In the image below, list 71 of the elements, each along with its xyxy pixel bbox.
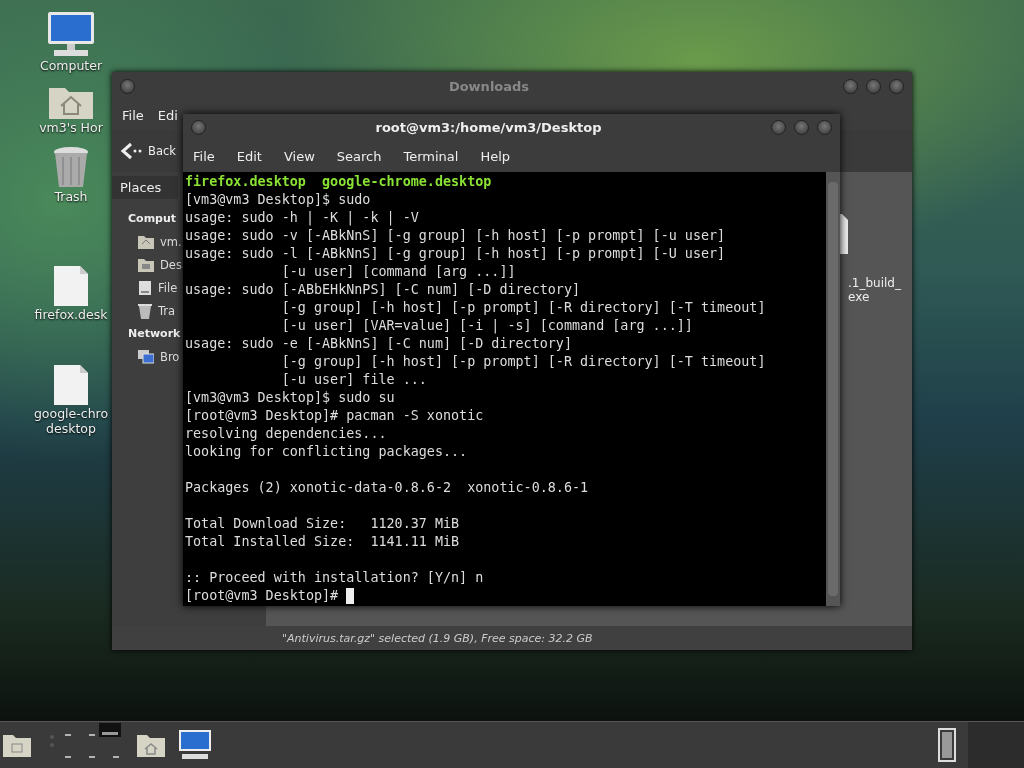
terminal-line: usage: sudo -h | -K | -k | -V xyxy=(185,209,419,227)
terminal-line: resolving dependencies... xyxy=(185,425,387,443)
desktop-icon-label[interactable]: firefox.desk xyxy=(34,307,108,322)
menu-item[interactable]: Edi xyxy=(157,107,178,123)
scrollbar[interactable] xyxy=(826,172,840,606)
desktop-icon-label[interactable]: Trash xyxy=(54,189,88,204)
file-label[interactable]: .1_build_ xyxy=(848,276,901,290)
terminal-line: [-g group] [-h host] [-p prompt] [-R directory] [-T timeout] xyxy=(280,299,766,317)
network-icon xyxy=(138,349,154,364)
menu-item[interactable]: View xyxy=(283,149,315,165)
trash-icon xyxy=(138,302,152,319)
terminal-line: [vm3@vm3 Desktop]$ sudo xyxy=(185,191,371,209)
document-icon[interactable] xyxy=(53,364,89,406)
menu-item[interactable]: Search xyxy=(336,149,382,165)
terminal-line: [-u user] [VAR=value] [-i | -s] [command [arg ...]] xyxy=(280,317,693,335)
text-cursor xyxy=(346,588,355,604)
desktop-icon-label[interactable]: google-chro xyxy=(33,406,109,421)
back-arrow-icon xyxy=(120,142,142,160)
sidebar-item[interactable]: File xyxy=(138,278,178,297)
tray-panel xyxy=(968,722,1024,768)
close-icon[interactable] xyxy=(817,120,832,136)
window-title: Downloads xyxy=(448,78,530,94)
terminal-line: [-u user] file ... xyxy=(280,371,427,389)
sidebar-heading: Comput xyxy=(128,211,177,227)
folder-icon[interactable] xyxy=(2,732,32,758)
sidebar-item[interactable]: Bro xyxy=(138,347,180,366)
terminal-line: firefox.desktop google-chrome.desktop xyxy=(185,173,492,191)
terminal-line: [-g group] [-h host] [-p prompt] [-R directory] [-T timeout] xyxy=(280,353,766,371)
minimize-icon[interactable] xyxy=(771,120,786,136)
computer-icon[interactable] xyxy=(46,10,96,58)
terminal-line: [root@vm3 Desktop]# pacman -S xonotic xyxy=(185,407,484,425)
sidebar-heading: Network xyxy=(128,326,181,342)
desktop-icon-label[interactable]: Computer xyxy=(39,58,103,73)
close-icon[interactable] xyxy=(889,78,904,94)
terminal-line: Packages (2) xonotic-data-0.8.6-2 xonotic-0.8.6-1 xyxy=(185,479,589,497)
sidebar-tab[interactable]: Places xyxy=(112,176,178,199)
back-button[interactable]: Back xyxy=(120,140,176,162)
home-folder-icon[interactable] xyxy=(136,732,166,758)
desktop-icon-label[interactable]: desktop xyxy=(46,421,96,436)
terminal-line: [vm3@vm3 Desktop]$ sudo su xyxy=(185,389,395,407)
terminal-line: [root@vm3 Desktop]# xyxy=(185,587,339,605)
folder-icon xyxy=(138,257,154,272)
sidebar-item[interactable]: Tra xyxy=(138,301,176,320)
maximize-icon[interactable] xyxy=(866,78,881,94)
status-text: "Antivirus.tar.gz" selected (1.9 GB), Free space: 32.2 GB xyxy=(282,631,593,645)
terminal-line: Total Installed Size: 1141.11 MiB xyxy=(185,533,460,551)
menu-item[interactable]: Edit xyxy=(236,149,262,165)
menu-item[interactable]: File xyxy=(193,149,215,165)
home-folder-icon xyxy=(138,234,154,249)
desktop-icon-label[interactable]: vm3's Hor xyxy=(39,120,103,135)
computer-icon[interactable] xyxy=(178,729,212,761)
terminal-line: usage: sudo -v [-ABkNnS] [-g group] [-h host] [-p prompt] [-u user] xyxy=(185,227,726,245)
sidebar-item[interactable]: vm. xyxy=(138,232,182,251)
terminal-line: looking for conflicting packages... xyxy=(185,443,468,461)
window-title: root@vm3:/home/vm3/Desktop xyxy=(375,120,602,136)
terminal-line: Total Download Size: 1120.37 MiB xyxy=(185,515,460,533)
sidebar-item[interactable]: Des xyxy=(138,255,182,274)
drive-icon xyxy=(138,279,152,296)
file-label[interactable]: exe xyxy=(848,290,901,304)
menu-item[interactable]: Help xyxy=(480,149,511,165)
terminal-line: :: Proceed with installation? [Y/n] n xyxy=(185,569,484,587)
document-icon[interactable] xyxy=(53,265,89,307)
minimize-icon[interactable] xyxy=(843,78,858,94)
trash-icon[interactable] xyxy=(51,145,91,189)
terminal-line: usage: sudo -l [-ABkNnS] [-g group] [-h host] [-p prompt] [-U user] xyxy=(185,245,726,263)
menu-item[interactable]: File xyxy=(122,107,144,123)
terminal-line: usage: sudo [-ABbEHkNnPS] [-C num] [-D directory] xyxy=(185,281,581,299)
terminal-line: usage: sudo -e [-ABkNnS] [-C num] [-D directory] xyxy=(185,335,572,353)
maximize-icon[interactable] xyxy=(794,120,809,136)
menu-item[interactable]: Terminal xyxy=(403,149,459,165)
terminal-line: [-u user] [command [arg ...]] xyxy=(280,263,516,281)
